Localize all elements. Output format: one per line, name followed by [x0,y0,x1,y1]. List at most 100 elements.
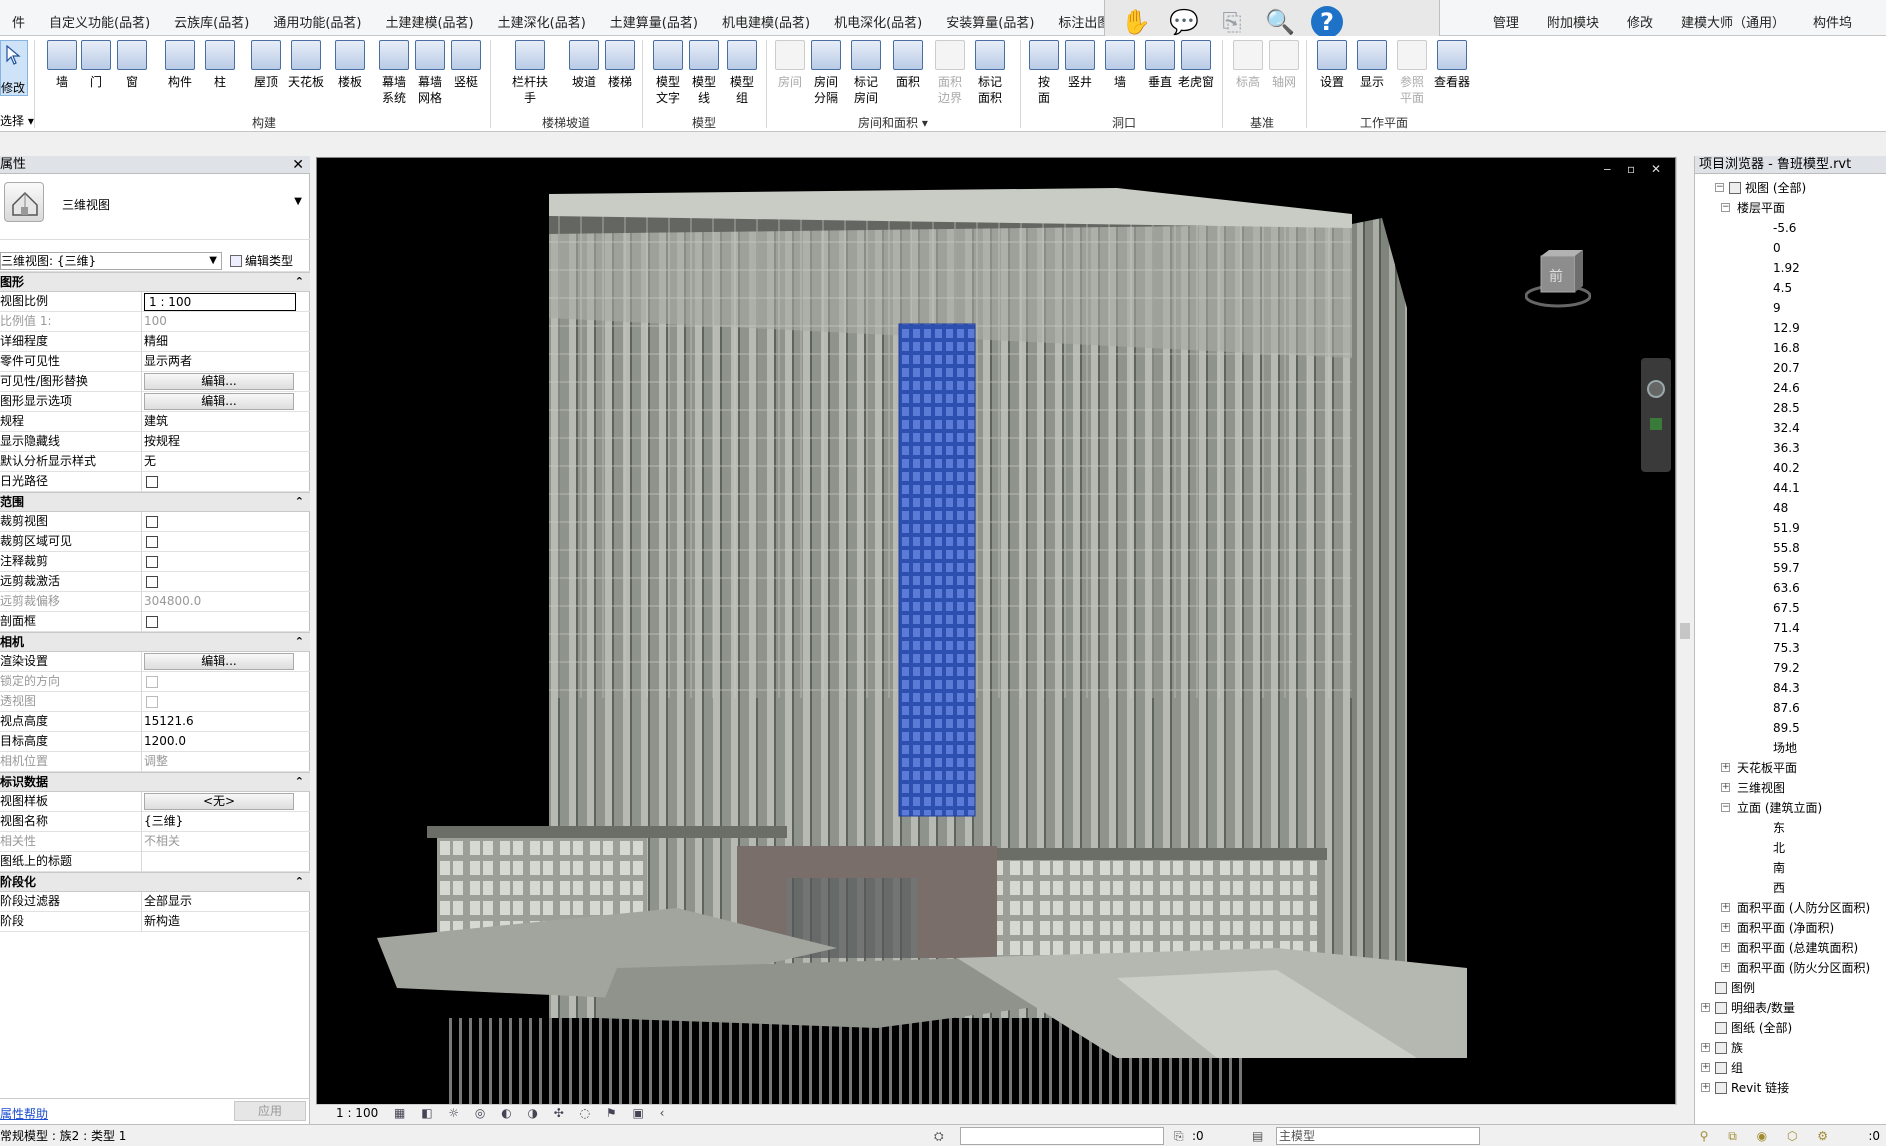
browser-tree-item[interactable]: 84.3 [1773,678,1800,698]
browser-tree-item[interactable]: 32.4 [1773,418,1800,438]
close-icon[interactable]: ✕ [292,156,304,174]
browser-tree-item[interactable]: 南 [1773,858,1785,878]
ribbon-tab[interactable]: 修改 [1613,12,1667,36]
tool-door-button[interactable]: 门 [76,40,116,112]
tool-curtain-system-button[interactable]: 幕墙 系统 [374,40,414,112]
expand-icon[interactable]: + [1721,963,1730,972]
property-value[interactable]: 无 [144,454,156,468]
browser-tree-item[interactable]: 9 [1773,298,1781,318]
ribbon-tab[interactable]: 土建建模(品茗) [373,12,485,36]
browser-tree-item[interactable]: 12.9 [1773,318,1800,338]
collapse-icon[interactable]: − [1715,183,1724,192]
tool-railing-button[interactable]: 栏杆扶手 [510,40,550,112]
tool-grid-button[interactable]: 轴网 [1264,40,1304,112]
ribbon-tab[interactable]: 机电建模(品茗) [710,12,822,36]
browser-tree-item[interactable]: Revit 链接 [1731,1078,1789,1098]
tool-dormer-button[interactable]: 老虎窗 [1176,40,1216,112]
export-icon[interactable]: ⎘ [1215,5,1249,39]
tool-roof-button[interactable]: 屋顶 [246,40,286,112]
tool-shaft-button[interactable]: 竖井 [1060,40,1100,112]
browser-tree-item[interactable]: 北 [1773,838,1785,858]
browser-tree-item[interactable]: 20.7 [1773,358,1800,378]
property-checkbox[interactable] [146,536,158,548]
workset-icon[interactable]: ⛭ [934,1128,950,1144]
browser-tree-item[interactable]: 87.6 [1773,698,1800,718]
browser-tree-item[interactable]: 59.7 [1773,558,1800,578]
zoom-region-icon[interactable] [1650,418,1662,430]
property-input[interactable]: 1 : 100 [144,293,296,311]
tool-model-text-button[interactable]: 模型 文字 [648,40,688,112]
property-group[interactable]: 标识数据 ⌃ [0,772,310,792]
property-edit-button[interactable]: 编辑... [144,393,294,410]
tool-show-button[interactable]: 显示 [1352,40,1392,112]
tool-area-button[interactable]: 面积 [888,40,928,112]
browser-tree-item[interactable]: 面积平面 (净面积) [1737,918,1834,938]
tool-curtain-grid-button[interactable]: 幕墙 网格 [410,40,450,112]
tool-tag-area-button[interactable]: 标记 面积 [970,40,1010,112]
browser-tree-item[interactable]: -5.6 [1773,218,1796,238]
property-value[interactable]: 15121.6 [144,714,194,728]
property-checkbox[interactable] [146,476,158,488]
browser-tree-item[interactable]: 55.8 [1773,538,1800,558]
tool-model-line-button[interactable]: 模型 线 [684,40,724,112]
browser-tree-item[interactable]: 51.9 [1773,518,1800,538]
browser-tree-item[interactable]: 44.1 [1773,478,1800,498]
tool-vertical-button[interactable]: 垂直 [1140,40,1180,112]
type-selector[interactable]: 三维视图 ▼ [0,176,310,240]
chevron-down-icon[interactable]: ▼ [294,196,302,207]
viewcube[interactable]: 前 [1525,248,1591,308]
property-edit-button[interactable]: <无> [144,793,294,810]
tool-ceiling-button[interactable]: 天花板 [286,40,326,112]
property-value[interactable]: 按规程 [144,434,180,448]
expand-icon[interactable]: + [1721,903,1730,912]
browser-tree-item[interactable]: 明细表/数量 [1731,998,1795,1018]
browser-tree-item[interactable]: 48 [1773,498,1788,518]
browser-tree-item[interactable]: 1.92 [1773,258,1800,278]
browser-tree-item[interactable]: 天花板平面 [1737,758,1797,778]
ribbon-tab[interactable]: 附加模块 [1533,12,1613,36]
ribbon-tab[interactable]: 自定义功能(品茗) [37,12,162,36]
help-icon[interactable]: ? [1311,5,1343,38]
browser-tree-item[interactable]: 面积平面 (人防分区面积) [1737,898,1870,918]
editable-only-icon[interactable]: ⎘ [1174,1128,1190,1144]
expand-icon[interactable]: + [1721,943,1730,952]
zoom-icon[interactable]: 🔍 [1263,5,1297,39]
pan-hand-icon[interactable]: ✋ [1119,5,1153,39]
browser-tree-item[interactable]: 图例 [1731,978,1755,998]
comment-icon[interactable]: 💬 [1167,5,1201,39]
expand-icon[interactable]: + [1701,1083,1710,1092]
collapse-icon[interactable]: ⌃ [295,493,304,511]
ribbon-tab[interactable]: 土建算量(品茗) [598,12,710,36]
design-option-select[interactable]: 主模型 [1276,1127,1480,1145]
ribbon-tab[interactable]: 安装算量(品茗) [934,12,1046,36]
expand-icon[interactable]: + [1721,783,1730,792]
browser-tree-item[interactable]: 0 [1773,238,1781,258]
browser-tree-item[interactable]: 89.5 [1773,718,1800,738]
ribbon-tab[interactable]: 云族库(品茗) [162,12,261,36]
selection-option-icons[interactable]: ⚲ ⧉ ◉ ⬡ ⚙ [1700,1125,1836,1146]
tool-room-sep-button[interactable]: 房间 分隔 [806,40,846,112]
browser-tree-item[interactable]: 24.6 [1773,378,1800,398]
viewport-window-controls[interactable]: ‒ ▫ ✕ [1604,162,1667,176]
ribbon-tab[interactable]: 建模大师（通用） [1667,12,1799,36]
steering-wheel-icon[interactable] [1647,380,1665,398]
property-value[interactable]: {三维} [144,814,183,828]
apply-button[interactable]: 应用 [234,1101,306,1121]
browser-tree-item[interactable]: 63.6 [1773,578,1800,598]
collapse-icon[interactable]: − [1721,803,1730,812]
ribbon-tab[interactable]: 构件坞 [1799,12,1866,36]
expand-icon[interactable]: + [1701,1063,1710,1072]
tool-stair-button[interactable]: 楼梯 [600,40,640,112]
browser-tree-item[interactable]: 视图 (全部) [1745,178,1806,198]
tool-by-face-button[interactable]: 按 面 [1024,40,1064,112]
browser-tree-item[interactable]: 组 [1731,1058,1743,1078]
collapse-icon[interactable]: ⌃ [295,773,304,791]
tool-set-button[interactable]: 设置 [1312,40,1352,112]
tool-room-button[interactable]: 房间 [770,40,810,112]
browser-tree-item[interactable]: 场地 [1773,738,1797,758]
property-checkbox[interactable] [146,616,158,628]
tool-component-button[interactable]: 构件 [160,40,200,112]
property-group[interactable]: 阶段化 ⌃ [0,872,310,892]
collapse-icon[interactable]: ⌃ [295,633,304,651]
ribbon-tab[interactable]: 件 [0,12,37,36]
